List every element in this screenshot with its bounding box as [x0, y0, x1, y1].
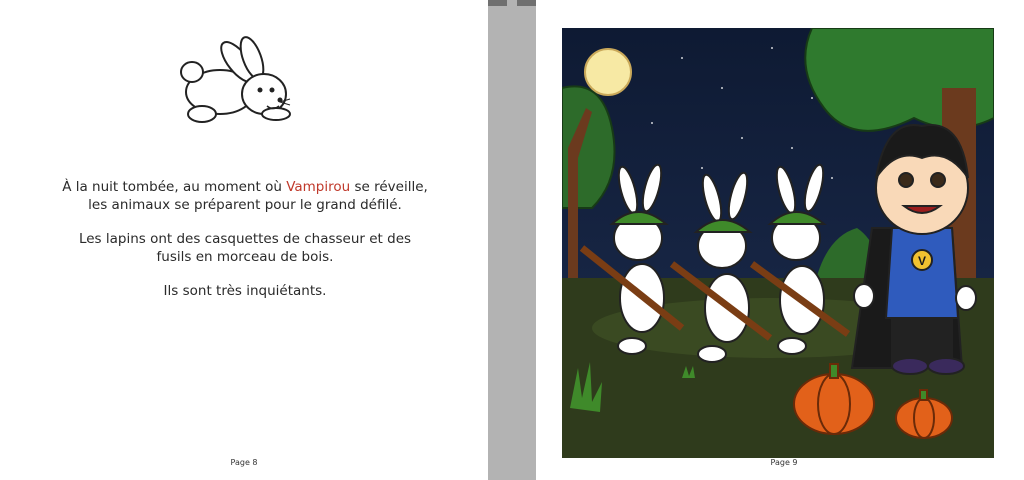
paragraph-1: À la nuit tombée, au moment où Vampirou … — [60, 178, 430, 214]
vampire-and-rabbits-illustration: V — [562, 28, 994, 458]
paragraph-3: Ils sont très inquiétants. — [163, 283, 327, 299]
window-edge — [488, 0, 536, 6]
paragraph-1-start: À la nuit tombée, au moment où — [62, 179, 287, 195]
vest-badge-letter: V — [918, 254, 926, 268]
character-name-highlight: Vampirou — [286, 179, 351, 195]
story-text: À la nuit tombée, au moment où Vampirou … — [60, 178, 430, 316]
rabbit-icon — [180, 36, 291, 123]
page-number: Page 8 — [230, 458, 258, 467]
moon-icon — [584, 48, 632, 96]
right-page: V Page 9 — [536, 0, 1024, 480]
left-page: À la nuit tombée, au moment où Vampirou … — [0, 0, 488, 480]
page-number: Page 9 — [770, 458, 798, 467]
paragraph-2: Les lapins ont des casquettes de chasseu… — [78, 231, 412, 265]
